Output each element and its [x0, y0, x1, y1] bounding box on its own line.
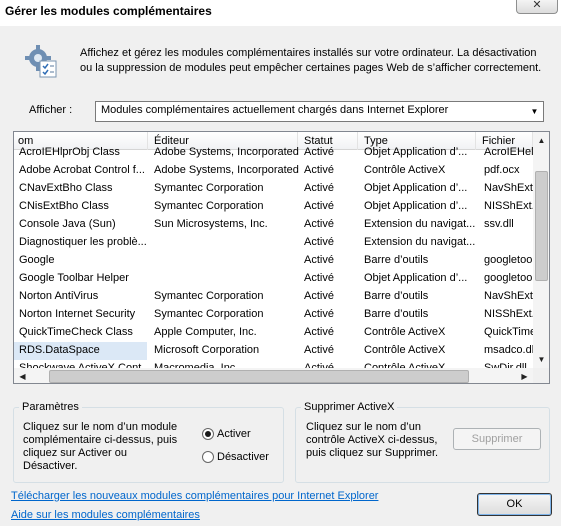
- list-row[interactable]: AcroIEHlprObj Class Adobe Systems, Incorp…: [14, 144, 533, 162]
- row-name: RDS.DataSpace: [14, 342, 147, 360]
- download-addons-link[interactable]: Télécharger les nouveaux modules complém…: [11, 490, 378, 502]
- row-type: Contrôle ActiveX: [364, 344, 446, 356]
- delete-button[interactable]: Supprimer: [453, 428, 541, 450]
- filter-selected-value: Modules complémentaires actuellement cha…: [101, 104, 449, 116]
- row-name: Norton Internet Security: [19, 308, 136, 320]
- delete-activex-text: Cliquez sur le nom d’un contrôle ActiveX…: [306, 421, 439, 459]
- row-name: Adobe Acrobat Control f...: [19, 164, 145, 176]
- filter-select[interactable]: Modules complémentaires actuellement cha…: [95, 101, 544, 122]
- row-file: NISShExt.d: [484, 308, 533, 320]
- row-type: Contrôle ActiveX: [364, 164, 446, 176]
- chevron-down-icon: ▼: [530, 107, 539, 116]
- row-status: Activé: [304, 146, 334, 158]
- row-file: googletoo: [484, 254, 533, 266]
- addons-list[interactable]: om Éditeur Statut Type Fichier AcroIEHlp…: [13, 131, 550, 384]
- row-type: Objet Application d’...: [364, 272, 468, 284]
- row-type: Extension du navigat...: [364, 236, 476, 248]
- row-publisher: Adobe Systems, Incorporated: [154, 146, 299, 158]
- row-file: msadco.dll: [484, 344, 533, 356]
- row-file: ssv.dll: [484, 218, 514, 230]
- settings-text: Cliquez sur le nom d’un module complémen…: [23, 421, 178, 472]
- vertical-scrollbar[interactable]: ▲ ▼: [533, 132, 549, 368]
- list-row[interactable]: CNavExtBho Class Symantec Corporation Acti…: [14, 180, 533, 198]
- row-type: Barre d’outils: [364, 290, 429, 302]
- scroll-left-icon[interactable]: ◀: [14, 368, 31, 383]
- row-file: QuickTime: [484, 326, 533, 338]
- row-name: CNavExtBho Class: [19, 182, 113, 194]
- row-file: AcroIEHelp: [484, 146, 533, 158]
- window-title: Gérer les modules complémentaires: [5, 4, 212, 18]
- deactivate-label[interactable]: Désactiver: [217, 451, 269, 463]
- row-status: Activé: [304, 200, 334, 212]
- addon-settings-icon: [25, 45, 57, 78]
- row-status: Activé: [304, 182, 334, 194]
- row-status: Activé: [304, 308, 334, 320]
- row-type: Barre d’outils: [364, 254, 429, 266]
- delete-activex-legend: Supprimer ActiveX: [301, 401, 398, 413]
- row-publisher: Sun Microsystems, Inc.: [154, 218, 268, 230]
- row-publisher: Symantec Corporation: [154, 308, 264, 320]
- row-name: QuickTimeCheck Class: [19, 326, 133, 338]
- row-file: googletoo: [484, 272, 533, 284]
- row-status: Activé: [304, 290, 334, 302]
- row-file: NavShExt.: [484, 182, 533, 194]
- row-type: Objet Application d’...: [364, 182, 468, 194]
- list-row[interactable]: Console Java (Sun) Sun Microsystems, Inc.…: [14, 216, 533, 234]
- row-file: NavShExt.c: [484, 290, 533, 302]
- row-type: Contrôle ActiveX: [364, 326, 446, 338]
- list-row[interactable]: Norton AntiVirus Symantec Corporation Acti…: [14, 288, 533, 306]
- ok-button[interactable]: OK: [477, 493, 552, 516]
- row-publisher: Microsoft Corporation: [154, 344, 260, 356]
- horizontal-scrollbar[interactable]: ◀ ▶: [14, 368, 533, 383]
- filter-label: Afficher :: [29, 104, 73, 116]
- horizontal-scroll-thumb[interactable]: [49, 370, 469, 383]
- row-publisher: Apple Computer, Inc.: [154, 326, 257, 338]
- row-publisher: Symantec Corporation: [154, 200, 264, 212]
- row-name: Diagnostiquer les problè...: [19, 236, 147, 248]
- row-publisher: Adobe Systems, Incorporated: [154, 164, 299, 176]
- activate-radio[interactable]: [202, 428, 214, 440]
- header-description: Affichez et gérez les modules complément…: [80, 47, 542, 74]
- list-row[interactable]: Google Activé Barre d’outils googletoo: [14, 252, 533, 270]
- row-name: Console Java (Sun): [19, 218, 116, 230]
- list-row[interactable]: RDS.DataSpace Microsoft Corporation Activé…: [14, 342, 533, 360]
- addons-help-link[interactable]: Aide sur les modules complémentaires: [11, 509, 200, 521]
- row-type: Objet Application d’...: [364, 146, 468, 158]
- row-file: NISShExt.d: [484, 200, 533, 212]
- list-row[interactable]: Norton Internet Security Symantec Corpora…: [14, 306, 533, 324]
- row-name: AcroIEHlprObj Class: [19, 146, 120, 158]
- row-type: Barre d’outils: [364, 308, 429, 320]
- row-status: Activé: [304, 344, 334, 356]
- deactivate-radio[interactable]: [202, 451, 214, 463]
- settings-legend: Paramètres: [19, 401, 82, 413]
- row-status: Activé: [304, 236, 334, 248]
- scrollbar-corner: [533, 368, 549, 383]
- activate-label[interactable]: Activer: [217, 428, 251, 440]
- scroll-up-icon[interactable]: ▲: [533, 132, 549, 149]
- row-type: Extension du navigat...: [364, 218, 476, 230]
- scroll-right-icon[interactable]: ▶: [516, 368, 533, 383]
- row-file: pdf.ocx: [484, 164, 520, 176]
- row-name: CNisExtBho Class: [19, 200, 109, 212]
- row-name: Norton AntiVirus: [19, 290, 99, 302]
- row-name: Google Toolbar Helper: [19, 272, 129, 284]
- vertical-scroll-thumb[interactable]: [535, 171, 548, 281]
- list-row[interactable]: QuickTimeCheck Class Apple Computer, Inc.…: [14, 324, 533, 342]
- list-row[interactable]: Google Toolbar Helper Activé Objet Applica…: [14, 270, 533, 288]
- row-publisher: Symantec Corporation: [154, 290, 264, 302]
- row-type: Objet Application d’...: [364, 200, 468, 212]
- row-status: Activé: [304, 272, 334, 284]
- row-status: Activé: [304, 218, 334, 230]
- list-row[interactable]: Adobe Acrobat Control f... Adobe Systems,…: [14, 162, 533, 180]
- row-status: Activé: [304, 254, 334, 266]
- list-row[interactable]: CNisExtBho Class Symantec Corporation Acti…: [14, 198, 533, 216]
- row-publisher: Symantec Corporation: [154, 182, 264, 194]
- close-button[interactable]: ✕: [516, 0, 558, 14]
- list-row[interactable]: Diagnostiquer les problè... Activé Extensi…: [14, 234, 533, 252]
- scroll-down-icon[interactable]: ▼: [533, 351, 549, 368]
- row-name: Google: [19, 254, 55, 266]
- row-status: Activé: [304, 326, 334, 338]
- row-status: Activé: [304, 164, 334, 176]
